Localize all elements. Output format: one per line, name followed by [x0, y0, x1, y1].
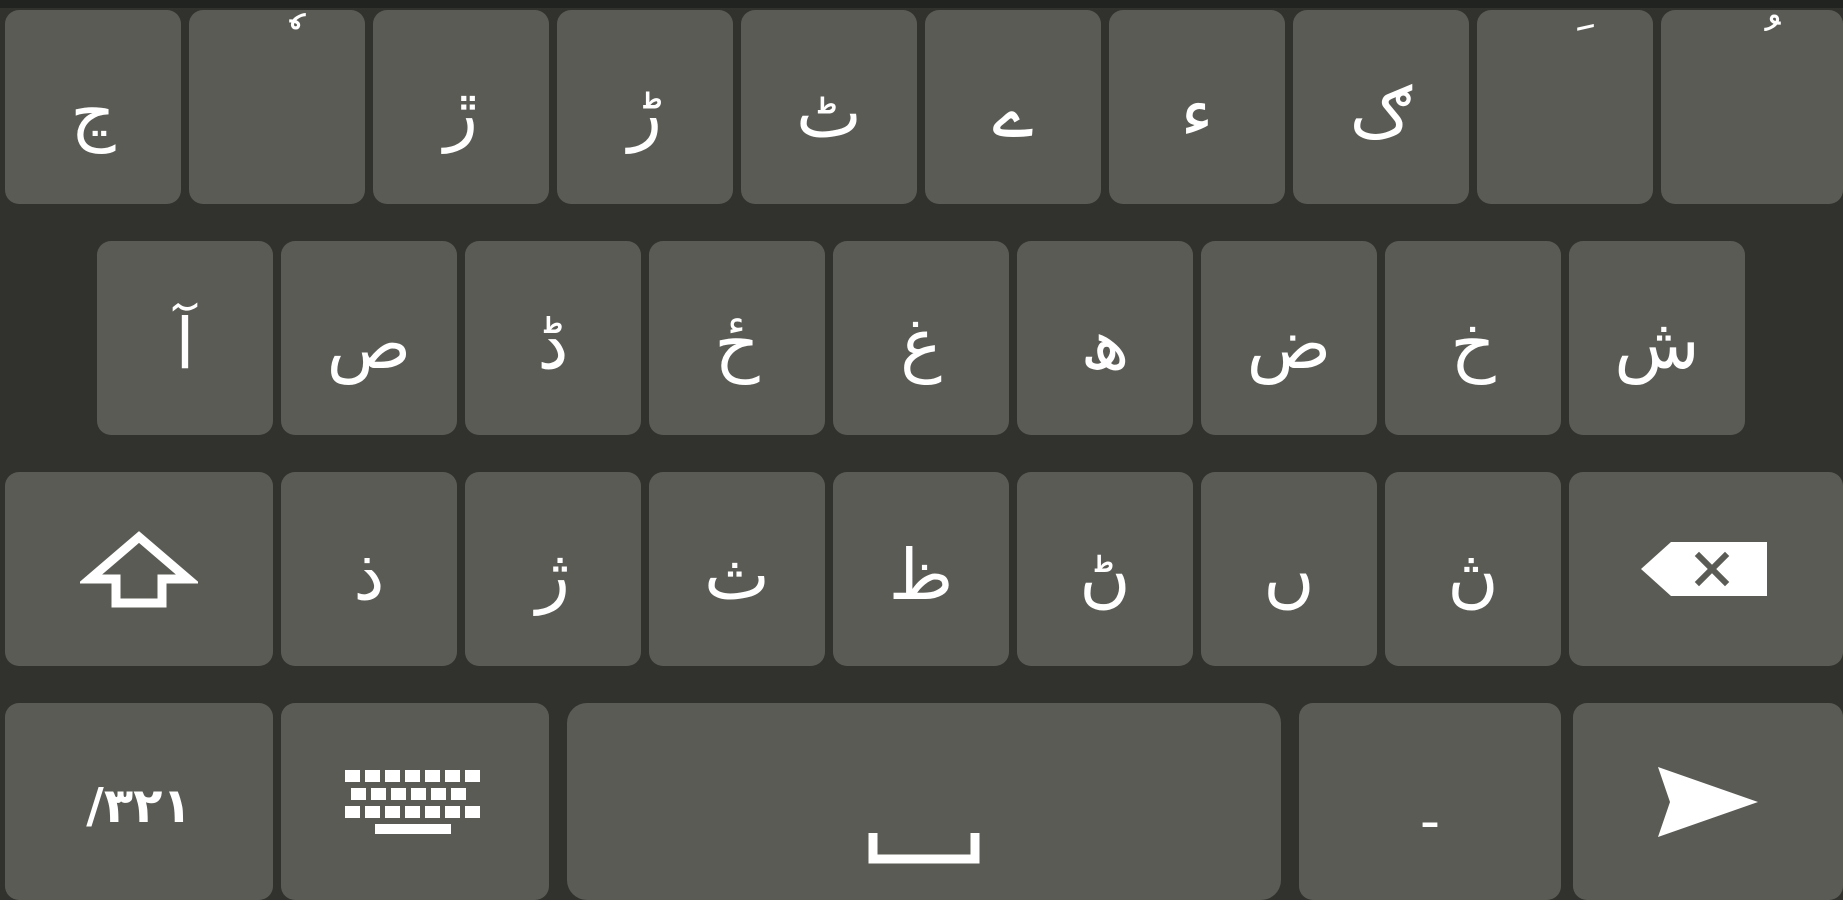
key-sad[interactable]: ص	[281, 241, 457, 435]
keyboard-top-border	[0, 0, 1843, 8]
key-gaf-ring[interactable]: ګ	[1293, 10, 1469, 204]
key-label: ژ	[536, 534, 570, 616]
send-arrow-icon	[1656, 765, 1760, 839]
key-label: ھ	[1080, 303, 1130, 385]
key-hah-hamza[interactable]: ځ	[649, 241, 825, 435]
key-diacritic-fatha[interactable]: َ	[1477, 10, 1653, 204]
key-label: ں	[1263, 534, 1315, 616]
key-label: ڻ	[1079, 534, 1131, 616]
key-heh-doachashmee[interactable]: ھ	[1017, 241, 1193, 435]
key-jeh[interactable]: ژ	[465, 472, 641, 666]
key-label: ء	[1180, 72, 1214, 154]
key-label: ث	[704, 534, 770, 616]
key-theh[interactable]: ث	[649, 472, 825, 666]
key-yeh-barree[interactable]: ے	[925, 10, 1101, 204]
key-label: ے	[992, 72, 1034, 154]
keyboard-icon	[345, 769, 485, 834]
key-khah[interactable]: خ	[1385, 241, 1561, 435]
key-label: ذ	[353, 534, 385, 616]
space-bar[interactable]	[567, 703, 1281, 900]
keyboard-row-3: ذ ژ ث ظ ڻ ں ڽ	[0, 472, 1843, 666]
dash-key[interactable]: -	[1299, 703, 1561, 900]
key-label: خ	[1450, 303, 1496, 385]
key-zah[interactable]: ظ	[833, 472, 1009, 666]
key-rreh[interactable]: ڑ	[557, 10, 733, 204]
key-label: ڽ	[1447, 534, 1499, 616]
shift-arrow-icon	[80, 529, 198, 609]
key-label: ش	[1614, 303, 1700, 385]
key-dad[interactable]: ض	[1201, 241, 1377, 435]
key-label: ض	[1246, 303, 1332, 385]
key-label: آ	[175, 303, 195, 385]
key-ddal[interactable]: ڈ	[465, 241, 641, 435]
shift-key[interactable]	[5, 472, 273, 666]
key-tteh[interactable]: ٹ	[741, 10, 917, 204]
key-hamza[interactable]: ء	[1109, 10, 1285, 204]
key-label: ګ	[1349, 72, 1413, 154]
keyboard-row-4: /۳۲۱ -	[0, 703, 1843, 900]
key-sheen[interactable]: ش	[1569, 241, 1745, 435]
key-label: ڙ	[444, 72, 478, 154]
keyboard-row-2: آ ص ڈ ځ غ ھ ض خ ش	[0, 241, 1843, 435]
key-thal[interactable]: ذ	[281, 472, 457, 666]
key-label: ٹ	[796, 72, 862, 154]
key-alef-madda[interactable]: آ	[97, 241, 273, 435]
space-bar-icon	[868, 831, 980, 865]
keyboard-row-1: ڃ ٗ ڙ ڑ ٹ ے ء ګ َ ُ	[0, 10, 1843, 204]
key-diacritic-damma[interactable]: ُ	[1661, 10, 1843, 204]
numbers-key[interactable]: /۳۲۱	[5, 703, 273, 900]
key-noon-ghunna[interactable]: ں	[1201, 472, 1377, 666]
key-label: ظ	[888, 534, 954, 616]
key-label: ڃ	[70, 72, 116, 154]
key-noon-v[interactable]: ڽ	[1385, 472, 1561, 666]
urdu-keyboard: ڃ ٗ ڙ ڑ ٹ ے ء ګ َ ُ آ ص ڈ ځ غ ھ ض خ ش ذ …	[0, 0, 1843, 900]
keyboard-switch-key[interactable]	[281, 703, 549, 900]
backspace-icon	[1641, 540, 1771, 598]
key-label: ڈ	[537, 303, 569, 385]
key-rnoon[interactable]: ڻ	[1017, 472, 1193, 666]
key-label: ځ	[714, 303, 760, 385]
key-rreh-dot[interactable]: ڙ	[373, 10, 549, 204]
key-diacritic-inverted-damma[interactable]: ٗ	[189, 10, 365, 204]
key-label: ڑ	[628, 72, 662, 154]
backspace-key[interactable]	[1569, 472, 1843, 666]
key-ghain[interactable]: غ	[833, 241, 1009, 435]
send-key[interactable]	[1573, 703, 1843, 900]
key-label: ص	[326, 303, 412, 385]
key-cheh[interactable]: ڃ	[5, 10, 181, 204]
numbers-key-label: /۳۲۱	[86, 777, 192, 834]
key-label: غ	[900, 303, 942, 385]
dash-key-label: -	[1419, 788, 1441, 854]
